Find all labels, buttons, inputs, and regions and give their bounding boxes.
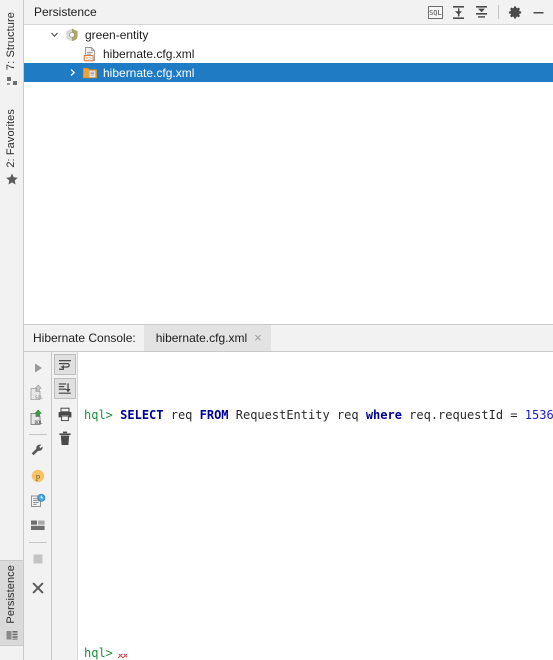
code-token: req [163, 408, 200, 422]
parameters-button[interactable]: p [26, 463, 50, 488]
hql-prompt: hql> [84, 646, 113, 660]
left-tool-stripe: 7: Structure 2: Favorites Persistence [0, 0, 24, 660]
hql-prompt: hql> [84, 408, 113, 422]
main-column: Persistence SQL green-entity <> hibernat… [24, 0, 553, 660]
tool-window-header: Persistence SQL [24, 0, 553, 25]
close-icon[interactable]: × [254, 331, 262, 344]
sidebar-item-favorites-label: 2: Favorites [5, 109, 17, 168]
tree-node-label: hibernate.cfg.xml [103, 65, 195, 80]
star-icon [5, 172, 19, 186]
xml-file-icon: <> [82, 46, 98, 62]
code-token: req.requestId = [401, 408, 525, 422]
persistence-icon [5, 628, 19, 642]
generate-sql-button[interactable]: SQL [26, 380, 50, 405]
stop-button[interactable] [26, 546, 50, 571]
sidebar-item-persistence-label: Persistence [5, 565, 17, 624]
console-tab-bar: Hibernate Console: hibernate.cfg.xml × [24, 325, 553, 352]
trash-icon[interactable] [54, 426, 76, 450]
layout-button[interactable] [26, 513, 50, 538]
sidebar-item-structure-label: 7: Structure [5, 12, 17, 71]
toolbar-divider [498, 5, 499, 19]
tab-hibernate-cfg-xml[interactable]: hibernate.cfg.xml × [143, 325, 271, 351]
svg-text:DDL: DDL [34, 420, 42, 426]
hide-window-icon[interactable] [528, 2, 549, 23]
scroll-to-end-icon[interactable] [53, 378, 76, 399]
persistence-tool-window: 7: Structure 2: Favorites Persistence Pe… [0, 0, 553, 660]
print-icon[interactable] [54, 402, 76, 426]
history-button[interactable] [26, 488, 50, 513]
persistence-unit-icon [64, 27, 80, 43]
collapse-all-icon[interactable] [471, 2, 492, 23]
toolbar-divider [28, 434, 47, 435]
chevron-right-icon[interactable] [62, 68, 82, 77]
svg-text:p: p [35, 471, 39, 481]
sidebar-item-persistence[interactable]: Persistence [0, 560, 23, 646]
console-title: Hibernate Console: [33, 331, 136, 345]
code-token: RequestEntity req [228, 408, 366, 422]
console-line: hql> SELECT req FROM RequestEntity req w… [84, 407, 553, 424]
configure-button[interactable] [26, 438, 50, 463]
tool-window-actions: SQL [425, 2, 549, 23]
page-title: Persistence [34, 5, 97, 19]
console-editor-area[interactable]: hql> SELECT req FROM RequestEntity req w… [52, 352, 553, 660]
code-token: 1536 [524, 408, 553, 422]
svg-text:<>: <> [86, 55, 92, 61]
console-line: hql> [84, 645, 553, 660]
tree-node-label: green-entity [85, 27, 149, 42]
code-token: FROM [199, 408, 229, 422]
persistence-tree[interactable]: green-entity <> hibernate.cfg.xml hibern… [24, 25, 553, 325]
chevron-down-icon[interactable] [44, 30, 64, 39]
tree-row[interactable]: hibernate.cfg.xml [24, 63, 553, 82]
code-token: where [365, 408, 402, 422]
console-editor-gutter [52, 352, 78, 660]
tree-row[interactable]: <> hibernate.cfg.xml [24, 44, 553, 63]
tree-row[interactable]: green-entity [24, 25, 553, 44]
stripe-bottom-group: Persistence [0, 560, 23, 646]
svg-text:SQL: SQL [35, 395, 43, 401]
structure-icon [5, 74, 19, 88]
tab-label: hibernate.cfg.xml [155, 331, 248, 345]
close-button[interactable] [26, 575, 50, 600]
error-squiggle-icon [117, 654, 127, 658]
expand-all-icon[interactable] [448, 2, 469, 23]
hibernate-console-panel: Hibernate Console: hibernate.cfg.xml × S… [24, 325, 553, 660]
console-editor-text[interactable]: hql> SELECT req FROM RequestEntity req w… [78, 352, 553, 660]
sidebar-item-structure[interactable]: 7: Structure [0, 8, 23, 91]
settings-gear-icon[interactable] [505, 2, 526, 23]
session-factory-icon [82, 65, 98, 81]
console-run-toolbar: SQL DDL p [24, 352, 52, 660]
console-body: SQL DDL p hql> SELECT req FROM RequestEn… [24, 352, 553, 660]
soft-wrap-icon[interactable] [53, 354, 76, 375]
sidebar-item-favorites[interactable]: 2: Favorites [0, 105, 23, 189]
code-token: SELECT [120, 408, 164, 422]
execute-button[interactable] [26, 355, 50, 380]
stripe-top-group: 7: Structure 2: Favorites [0, 8, 23, 189]
generate-ddl-button[interactable]: DDL [26, 405, 50, 430]
tree-node-label: hibernate.cfg.xml [103, 46, 195, 61]
svg-text:SQL: SQL [429, 9, 442, 17]
open-console-icon[interactable]: SQL [425, 2, 446, 23]
toolbar-divider [28, 542, 47, 543]
